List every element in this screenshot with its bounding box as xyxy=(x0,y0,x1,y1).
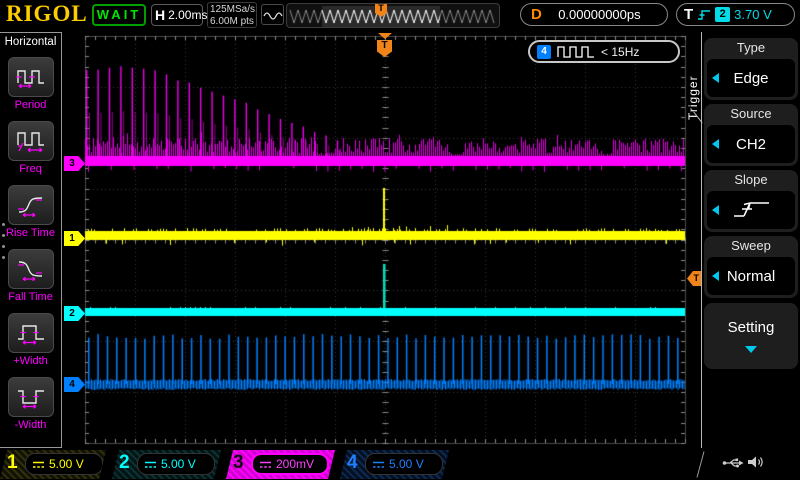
waveform-style-indicator xyxy=(261,4,284,25)
measure-menu-title: Horizontal xyxy=(0,36,61,48)
dc-coupling-icon xyxy=(144,460,157,469)
trigger-freq-channel-badge: 4 xyxy=(537,45,551,59)
waveform-display xyxy=(64,32,688,448)
plus-width-button[interactable] xyxy=(8,313,54,353)
softkey-slope[interactable]: Slope xyxy=(704,170,798,232)
channel1-scale: 5.00 V xyxy=(49,457,84,471)
left-arrow-icon xyxy=(712,205,719,215)
trigger-display[interactable]: T 2 3.70 V xyxy=(676,3,795,26)
channel2-scale: 5.00 V xyxy=(161,457,196,471)
speaker-icon xyxy=(747,454,765,470)
trigger-level-marker[interactable]: T xyxy=(687,271,702,286)
channel3-scale: 200mV xyxy=(276,457,314,471)
channel4-status[interactable]: 4 5.00 V xyxy=(340,450,449,479)
softkey-setting[interactable]: Setting xyxy=(704,303,798,369)
acquisition-info: 125MSa/s 6.00M pts xyxy=(207,2,257,28)
menu-item-minus-width: -Width xyxy=(0,377,61,431)
menu-scroll-indicator xyxy=(2,223,5,267)
channel3-status-selected[interactable]: 3 200mV xyxy=(226,450,335,479)
freq-icon xyxy=(16,129,46,153)
trigger-label: T xyxy=(684,6,693,23)
trigger-menu-tab: Trigger xyxy=(686,44,701,120)
plus-width-icon xyxy=(16,321,46,345)
plus-width-label: +Width xyxy=(0,355,61,367)
usb-icon xyxy=(722,456,744,470)
trigger-frequency-badge: 4 < 15Hz xyxy=(528,40,680,63)
channel4-scale: 5.00 V xyxy=(389,457,424,471)
rise-time-button[interactable] xyxy=(8,185,54,225)
rise-time-icon xyxy=(16,193,46,217)
trigger-level-value: 3.70 V xyxy=(734,7,772,22)
sample-rate: 125MSa/s xyxy=(210,4,254,16)
menu-item-period: Period xyxy=(0,57,61,111)
square-wave-icon xyxy=(557,46,595,58)
dc-coupling-icon xyxy=(32,460,45,469)
period-button[interactable] xyxy=(8,57,54,97)
memory-depth: 6.00M pts xyxy=(210,16,254,28)
menu-item-fall-time: Fall Time xyxy=(0,249,61,303)
menu-item-plus-width: +Width xyxy=(0,313,61,367)
oscilloscope-screen: RIGOL WAIT H 2.00ms 125MSa/s 6.00M pts T… xyxy=(0,0,800,480)
trigger-position-marker-graticule[interactable]: T xyxy=(377,33,392,57)
delay-display[interactable]: D 0.00000000ps xyxy=(520,3,668,26)
freq-label: Freq xyxy=(0,163,61,175)
timebase-display[interactable]: H 2.00ms xyxy=(151,4,203,26)
run-status-badge: WAIT xyxy=(92,4,146,26)
dc-coupling-icon xyxy=(372,460,385,469)
rising-edge-icon xyxy=(729,199,773,221)
softkey-sweep[interactable]: Sweep Normal xyxy=(704,236,798,298)
trigger-frequency-value: < 15Hz xyxy=(601,45,639,59)
measure-menu-panel: Horizontal Period Freq xyxy=(0,32,62,448)
freq-button[interactable] xyxy=(8,121,54,161)
timebase-value: 2.00ms xyxy=(168,8,207,22)
minus-width-label: -Width xyxy=(0,419,61,431)
channel2-status[interactable]: 2 5.00 V xyxy=(112,450,221,479)
statusbar-divider xyxy=(697,451,705,477)
period-icon xyxy=(16,65,46,89)
left-arrow-icon xyxy=(712,271,719,281)
delay-preview-bar: T xyxy=(286,3,500,28)
delay-preview-waveform xyxy=(288,6,498,27)
trigger-type-value: Edge xyxy=(733,70,768,87)
rise-time-label: Rise Time xyxy=(0,227,61,239)
left-arrow-icon xyxy=(712,139,719,149)
minus-width-button[interactable] xyxy=(8,377,54,417)
fall-time-icon xyxy=(16,257,46,281)
trigger-source-value: CH2 xyxy=(736,136,766,153)
softkey-source[interactable]: Source CH2 xyxy=(704,104,798,166)
left-arrow-icon xyxy=(712,73,719,83)
trigger-source-badge: 2 xyxy=(715,7,730,22)
rigol-logo: RIGOL xyxy=(6,1,88,27)
sine-wave-icon xyxy=(263,8,283,22)
period-label: Period xyxy=(0,99,61,111)
delay-label: D xyxy=(531,6,542,23)
channel1-status[interactable]: 1 5.00 V xyxy=(0,450,106,479)
dc-coupling-icon xyxy=(259,460,272,469)
fall-time-button[interactable] xyxy=(8,249,54,289)
trigger-position-arrow-icon xyxy=(378,33,392,39)
menu-item-rise-time: Rise Time xyxy=(0,185,61,239)
down-arrow-icon xyxy=(745,346,757,353)
softkey-type[interactable]: Type Edge xyxy=(704,38,798,100)
fall-time-label: Fall Time xyxy=(0,291,61,303)
rising-edge-icon xyxy=(697,9,711,21)
delay-value: 0.00000000ps xyxy=(558,7,640,22)
trigger-sweep-value: Normal xyxy=(727,268,775,285)
menu-divider xyxy=(701,32,702,448)
horizontal-label: H xyxy=(155,7,165,23)
minus-width-icon xyxy=(16,385,46,409)
menu-item-freq: Freq xyxy=(0,121,61,175)
